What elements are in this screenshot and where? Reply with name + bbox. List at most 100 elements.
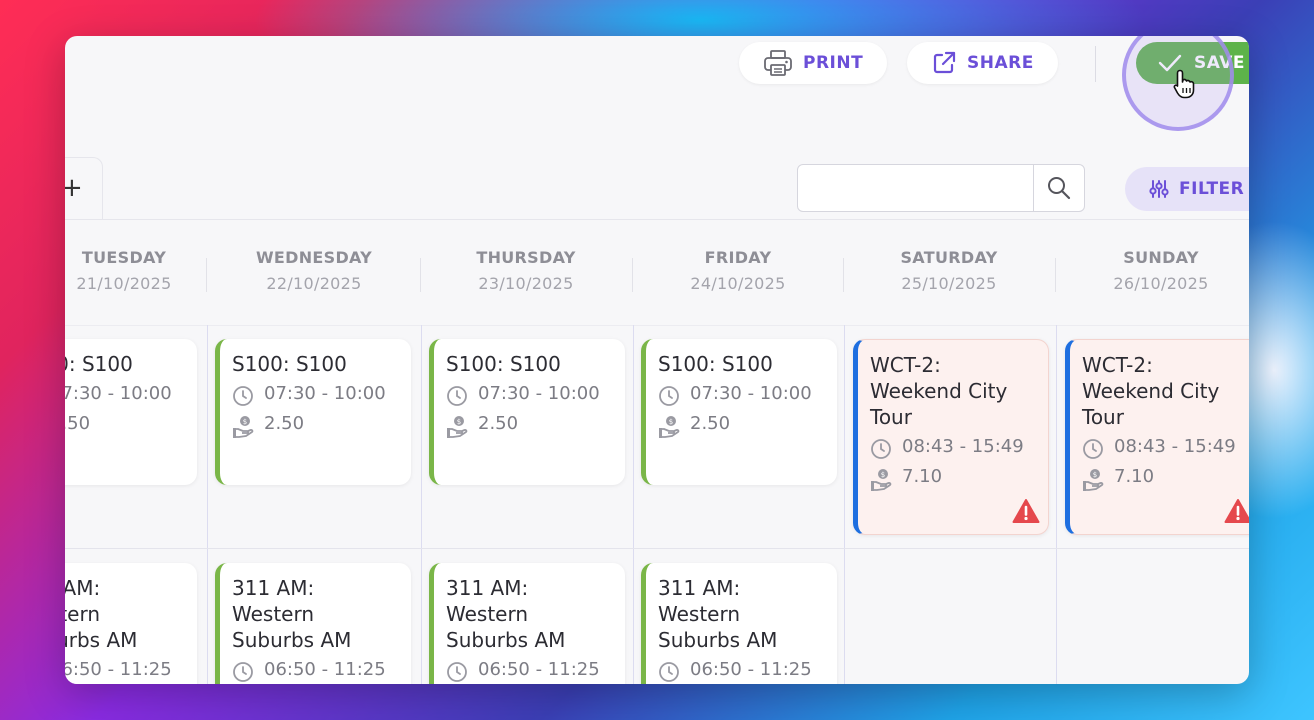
search-box xyxy=(797,164,1085,212)
shift-title: S100: S100 xyxy=(446,352,561,376)
shift-time-row: 07:30 - 10:00 xyxy=(446,383,613,407)
shift-card-weekend[interactable]: WCT-2: Weekend City Tour 08:43 - 15:49 $… xyxy=(1065,339,1249,535)
shift-time: 06:50 - 11:25 xyxy=(690,659,812,680)
shift-pay-row: $ 2.50 xyxy=(232,413,399,439)
day-date: 26/10/2025 xyxy=(1113,274,1209,293)
day-name: THURSDAY xyxy=(476,248,576,267)
day-header-saturday: SATURDAY 25/10/2025 xyxy=(843,248,1055,293)
hand-coin-icon: $ xyxy=(1083,469,1104,491)
clock-icon xyxy=(871,439,891,459)
svg-text:$: $ xyxy=(669,418,673,426)
tab-bar-border xyxy=(65,219,1249,220)
shift-pay: 7.10 xyxy=(902,466,943,487)
shift-pay-row: $ 7.10 xyxy=(870,466,1036,492)
printer-icon xyxy=(764,50,792,76)
shift-title: 311 AM: Western Suburbs AM xyxy=(65,576,138,652)
shift-card[interactable]: S100: S100 07:30 - 10:00 $ 2.50 xyxy=(65,339,197,485)
shift-pay: 2.50 xyxy=(478,413,519,434)
shift-time-row: 07:30 - 10:00 xyxy=(232,383,399,407)
shift-pay-row: $ 2.50 xyxy=(446,413,613,439)
clock-icon xyxy=(233,386,253,406)
day-name: WEDNESDAY xyxy=(255,248,373,267)
shift-time: 06:50 - 11:25 xyxy=(264,659,386,680)
column-divider xyxy=(1056,325,1057,684)
grid-border xyxy=(65,325,1249,326)
svg-text:$: $ xyxy=(457,418,461,426)
shift-time-row: 08:43 - 15:49 xyxy=(1082,436,1248,460)
shift-card[interactable]: 311 AM: Western Suburbs AM 06:50 - 11:25 xyxy=(215,563,411,684)
day-date: 23/10/2025 xyxy=(478,274,574,293)
app-window: PRINT SHARE SAVE + FILTER TUESDAY 21/10/… xyxy=(65,36,1249,684)
shift-pay-row: $ 2.50 xyxy=(65,413,185,439)
shift-time: 07:30 - 10:00 xyxy=(264,383,386,404)
day-header-wednesday: WEDNESDAY 22/10/2025 xyxy=(208,248,420,293)
row-divider xyxy=(65,548,1249,549)
svg-text:$: $ xyxy=(881,471,885,479)
shift-time-row: 06:50 - 11:25 xyxy=(232,659,399,683)
add-tab-button[interactable]: + xyxy=(65,175,83,201)
shift-time: 08:43 - 15:49 xyxy=(1114,436,1236,457)
shift-title: WCT-2: Weekend City Tour xyxy=(870,353,1008,429)
shift-card[interactable]: S100: S100 07:30 - 10:00 $ 2.50 xyxy=(641,339,837,485)
shift-title: S100: S100 xyxy=(65,352,133,376)
shift-card[interactable]: 311 AM: Western Suburbs AM 06:50 - 11:25 xyxy=(641,563,837,684)
hand-coin-icon: $ xyxy=(447,416,468,438)
day-header-friday: FRIDAY 24/10/2025 xyxy=(632,248,844,293)
shift-title: S100: S100 xyxy=(232,352,347,376)
shift-card[interactable]: 311 AM: Western Suburbs AM 06:50 - 11:25 xyxy=(429,563,625,684)
shift-time: 06:50 - 11:25 xyxy=(65,659,172,680)
day-name: SUNDAY xyxy=(1123,248,1199,267)
warning-icon[interactable] xyxy=(1012,498,1040,524)
hand-coin-icon: $ xyxy=(659,416,680,438)
shift-time: 08:43 - 15:49 xyxy=(902,436,1024,457)
column-divider xyxy=(207,325,208,684)
shift-card-weekend[interactable]: WCT-2: Weekend City Tour 08:43 - 15:49 $… xyxy=(853,339,1049,535)
day-name: SATURDAY xyxy=(900,248,998,267)
shift-pay: 2.50 xyxy=(65,413,91,434)
shift-pay: 7.10 xyxy=(1114,466,1155,487)
day-date: 22/10/2025 xyxy=(266,274,362,293)
filter-button[interactable]: FILTER xyxy=(1125,167,1249,211)
search-button[interactable] xyxy=(1033,165,1084,211)
column-divider xyxy=(421,325,422,684)
shift-pay-row: $ 7.10 xyxy=(1082,466,1248,492)
header-separator xyxy=(206,258,207,292)
print-button[interactable]: PRINT xyxy=(739,42,888,84)
shift-time-row: 06:50 - 11:25 xyxy=(65,659,185,683)
warning-icon[interactable] xyxy=(1224,498,1249,524)
svg-text:$: $ xyxy=(243,418,247,426)
clock-icon xyxy=(233,662,253,682)
shift-title: 311 AM: Western Suburbs AM xyxy=(232,576,352,652)
shift-card[interactable]: 311 AM: Western Suburbs AM 06:50 - 11:25 xyxy=(65,563,197,684)
day-header-sunday: SUNDAY 26/10/2025 xyxy=(1055,248,1249,293)
shift-time-row: 07:30 - 10:00 xyxy=(658,383,825,407)
hand-coin-icon: $ xyxy=(871,469,892,491)
shift-title: S100: S100 xyxy=(658,352,773,376)
shift-time-row: 08:43 - 15:49 xyxy=(870,436,1036,460)
external-link-icon xyxy=(933,51,956,74)
shift-card[interactable]: S100: S100 07:30 - 10:00 $ 2.50 xyxy=(429,339,625,485)
search-input[interactable] xyxy=(798,165,1033,211)
filter-label: FILTER xyxy=(1179,179,1245,199)
shift-title: WCT-2: Weekend City Tour xyxy=(1082,353,1220,429)
shift-pay: 2.50 xyxy=(264,413,305,434)
svg-text:$: $ xyxy=(1093,471,1097,479)
shift-time: 07:30 - 10:00 xyxy=(478,383,600,404)
column-divider xyxy=(844,325,845,684)
day-name: FRIDAY xyxy=(704,248,772,267)
clock-icon xyxy=(447,662,467,682)
search-icon xyxy=(1048,177,1071,200)
toolbar-divider xyxy=(1095,46,1096,82)
share-button[interactable]: SHARE xyxy=(907,42,1058,84)
print-label: PRINT xyxy=(803,53,864,73)
day-date: 24/10/2025 xyxy=(690,274,786,293)
shift-time: 07:30 - 10:00 xyxy=(690,383,812,404)
shift-title: 311 AM: Western Suburbs AM xyxy=(658,576,778,652)
clock-icon xyxy=(447,386,467,406)
day-date: 25/10/2025 xyxy=(901,274,997,293)
sliders-icon xyxy=(1149,180,1169,198)
shift-pay-row: $ 2.50 xyxy=(658,413,825,439)
shift-title: 311 AM: Western Suburbs AM xyxy=(446,576,566,652)
hand-cursor-icon xyxy=(1173,69,1195,99)
shift-card[interactable]: S100: S100 07:30 - 10:00 $ 2.50 xyxy=(215,339,411,485)
